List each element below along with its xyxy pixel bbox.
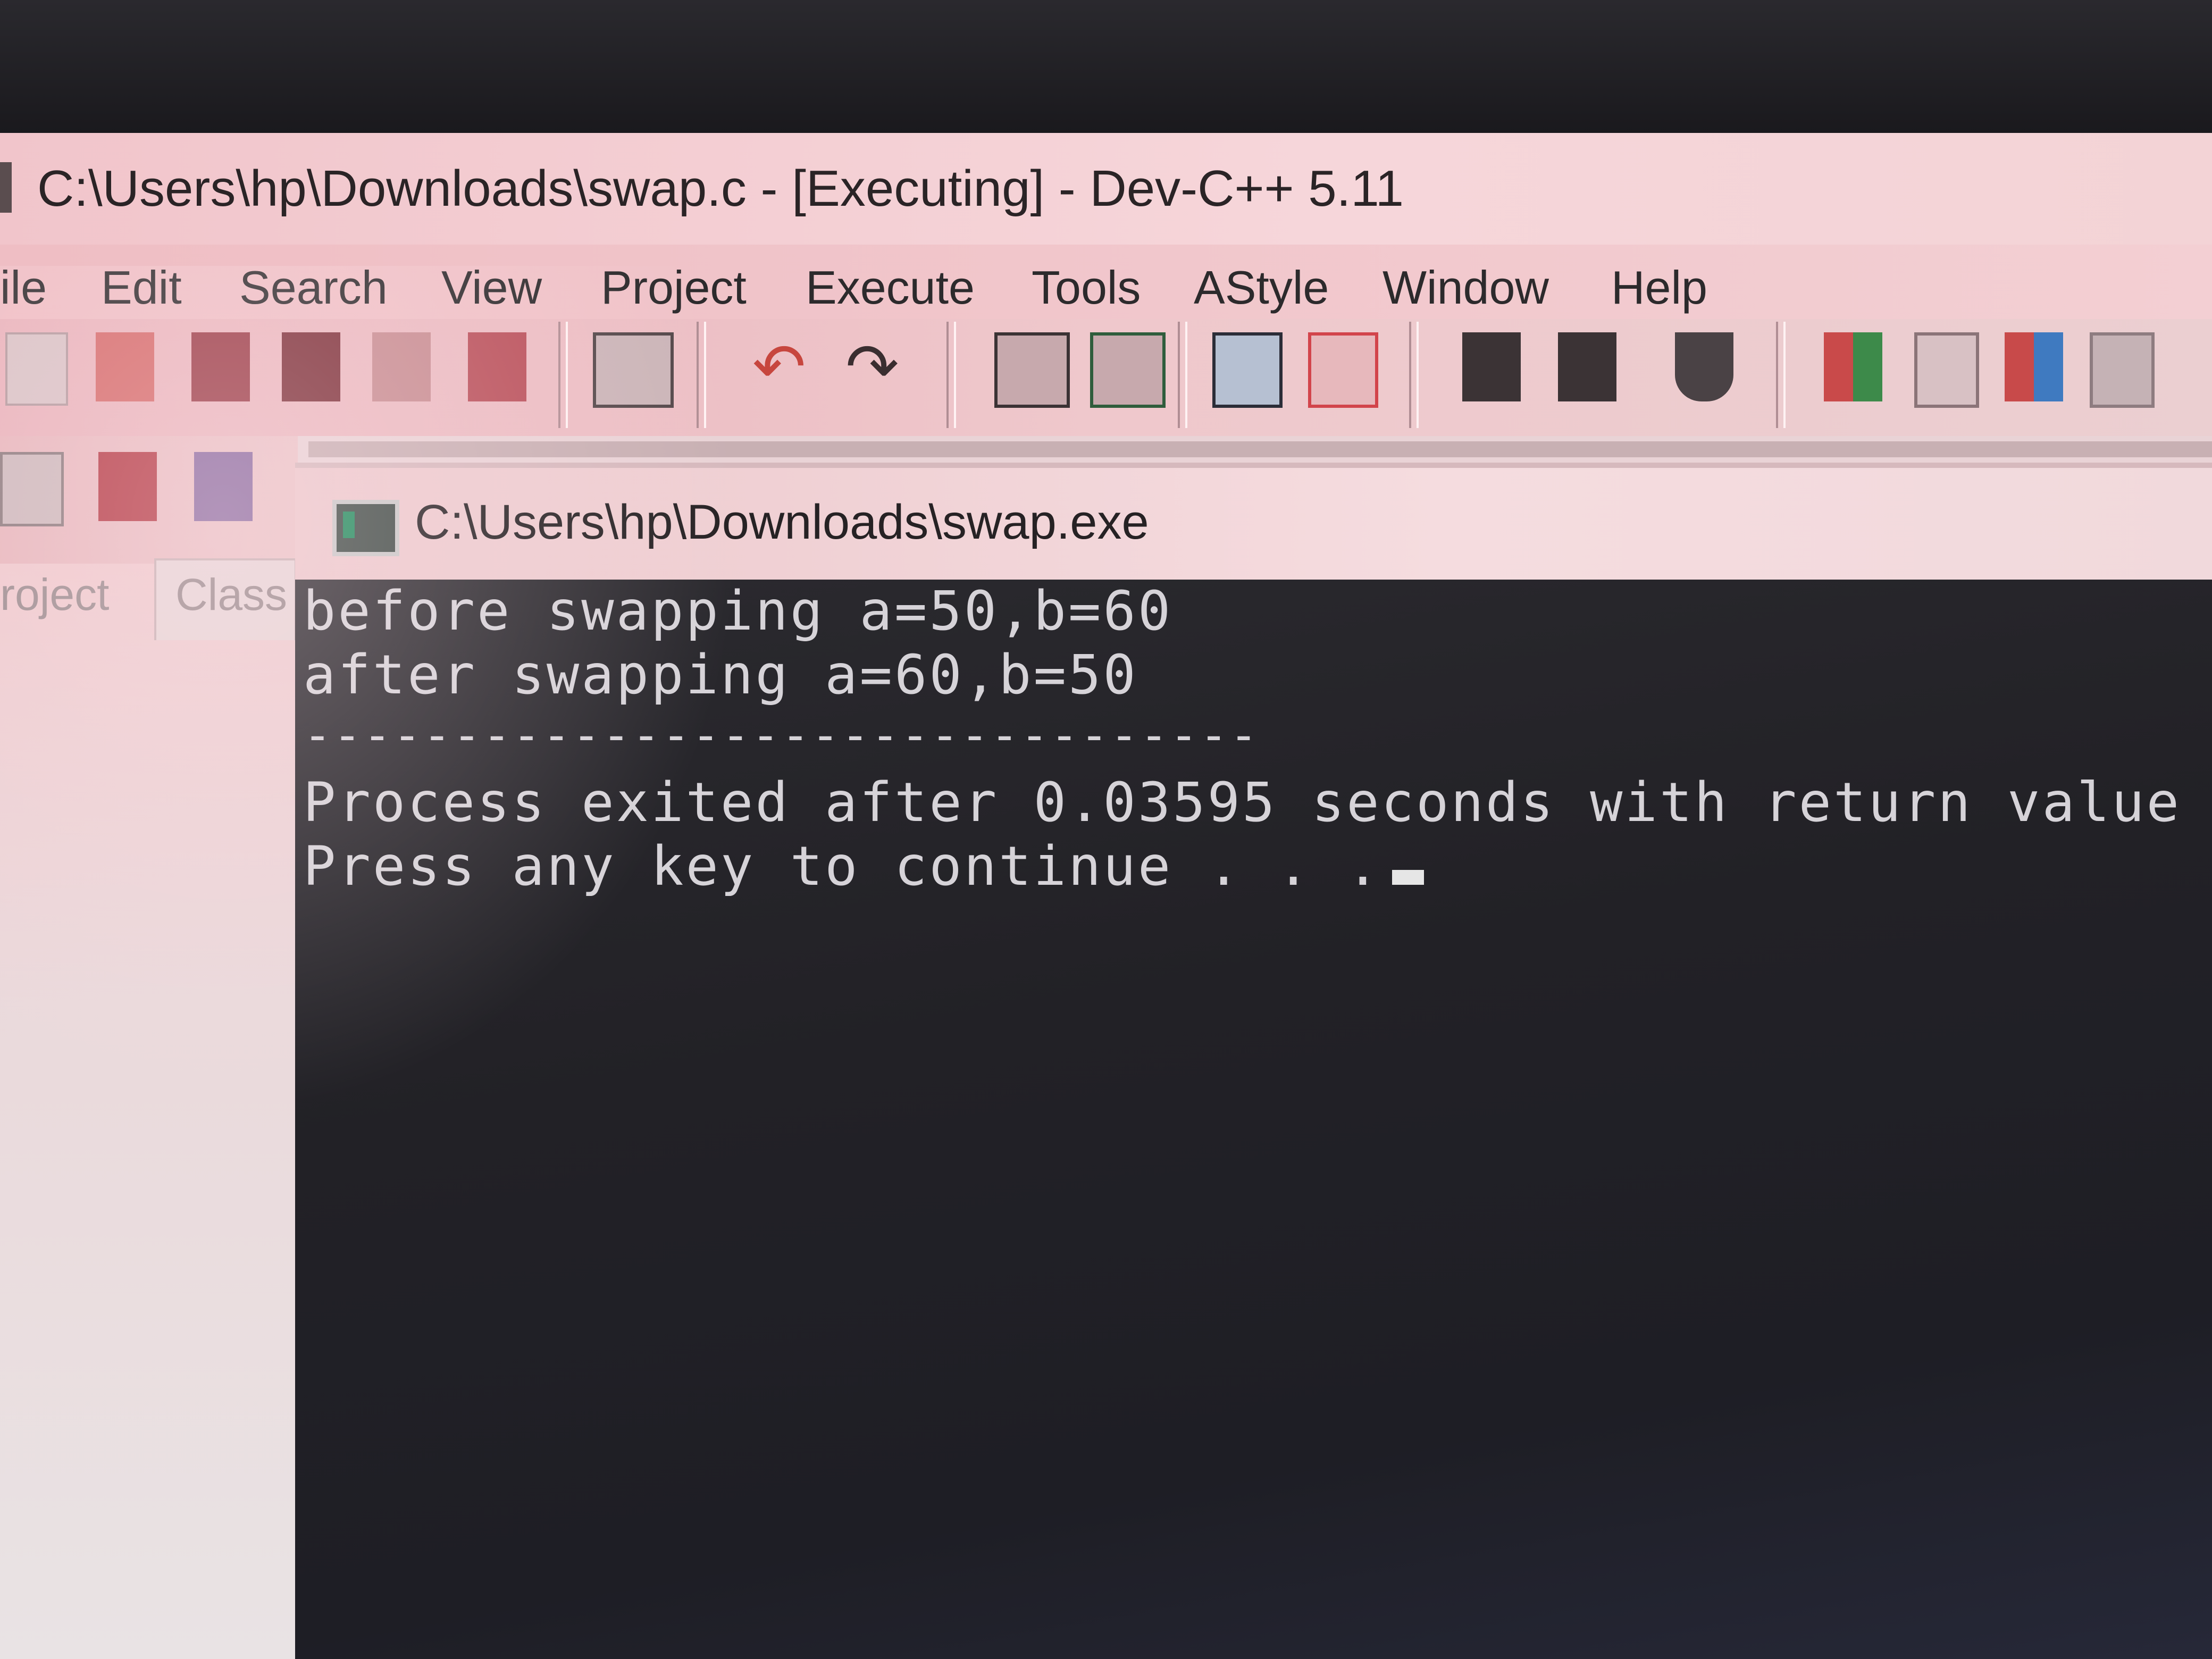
editor-splitter <box>308 441 2212 457</box>
menu-edit[interactable]: Edit <box>101 261 182 315</box>
indent-icon[interactable] <box>1212 332 1283 408</box>
toolbar-separator <box>697 322 706 428</box>
redo-icon[interactable]: ↷ <box>845 332 904 401</box>
project-panel <box>0 564 295 1659</box>
console-prompt-text: Press any key to continue . . . <box>303 835 1381 898</box>
screen: C:\Users\hp\Downloads\swap.c - [Executin… <box>0 133 2212 1659</box>
monitor-bezel <box>0 0 2212 133</box>
console-output[interactable]: before swapping a=50,b=60 after swapping… <box>295 580 2212 1659</box>
menu-project[interactable]: Project <box>601 261 747 315</box>
ide-window-title: C:\Users\hp\Downloads\swap.c - [Executin… <box>37 160 1404 217</box>
save-icon[interactable] <box>191 332 250 401</box>
close-file-icon[interactable] <box>372 332 431 401</box>
app-icon <box>0 162 12 213</box>
bookmark-forward-icon[interactable] <box>1558 332 1616 401</box>
menu-file[interactable]: ile <box>0 261 47 315</box>
console-line: after swapping a=60,b=50 <box>303 643 1138 707</box>
menu-tools[interactable]: Tools <box>1032 261 1141 315</box>
menu-astyle[interactable]: AStyle <box>1194 261 1329 315</box>
tile-icon[interactable] <box>2090 332 2155 408</box>
console-line: Process exited after 0.03595 seconds wit… <box>303 771 2212 834</box>
menu-view[interactable]: View <box>441 261 542 315</box>
layout-grid-icon[interactable] <box>1824 332 1882 401</box>
close-all-icon[interactable] <box>468 332 526 401</box>
menu-window[interactable]: Window <box>1382 261 1549 315</box>
print-icon[interactable] <box>593 332 674 408</box>
console-line: before swapping a=50,b=60 <box>303 580 1173 643</box>
project-options-icon[interactable] <box>0 452 64 526</box>
menu-search[interactable]: Search <box>239 261 388 315</box>
goto-icon[interactable] <box>1675 332 1733 401</box>
toolbar-separator <box>558 322 568 428</box>
add-to-project-icon[interactable] <box>98 452 157 521</box>
text-cursor <box>1392 870 1424 885</box>
tab-project[interactable]: roject <box>0 569 109 621</box>
unindent-icon[interactable] <box>1308 332 1378 408</box>
console-separator-line: -------------------------------- <box>303 707 1259 763</box>
color-grid-icon[interactable] <box>2005 332 2063 401</box>
bookmark-back-icon[interactable] <box>1462 332 1521 401</box>
replace-icon[interactable] <box>1090 332 1166 408</box>
undo-icon[interactable]: ↶ <box>752 332 811 401</box>
toolbar-separator <box>1178 322 1187 428</box>
toolbar-separator <box>1776 322 1786 428</box>
new-file-icon[interactable] <box>5 332 68 406</box>
ide-title-bar: C:\Users\hp\Downloads\swap.c - [Executin… <box>0 133 2212 255</box>
console-prompt-line: Press any key to continue . . . <box>303 835 1424 898</box>
toolbar-separator <box>946 322 956 428</box>
console-title-bar: C:\Users\hp\Downloads\swap.exe <box>295 463 2212 585</box>
console-icon <box>332 500 399 556</box>
menu-help[interactable]: Help <box>1611 261 1707 315</box>
toolbar-separator <box>1409 322 1419 428</box>
find-icon[interactable] <box>994 332 1070 408</box>
remove-from-project-icon[interactable] <box>194 452 253 521</box>
menu-execute[interactable]: Execute <box>806 261 975 315</box>
save-all-icon[interactable] <box>282 332 340 401</box>
window-icon[interactable] <box>1914 332 1979 408</box>
open-file-icon[interactable] <box>96 332 154 401</box>
tab-class[interactable]: Class <box>175 569 287 621</box>
console-window-title: C:\Users\hp\Downloads\swap.exe <box>415 495 1149 549</box>
